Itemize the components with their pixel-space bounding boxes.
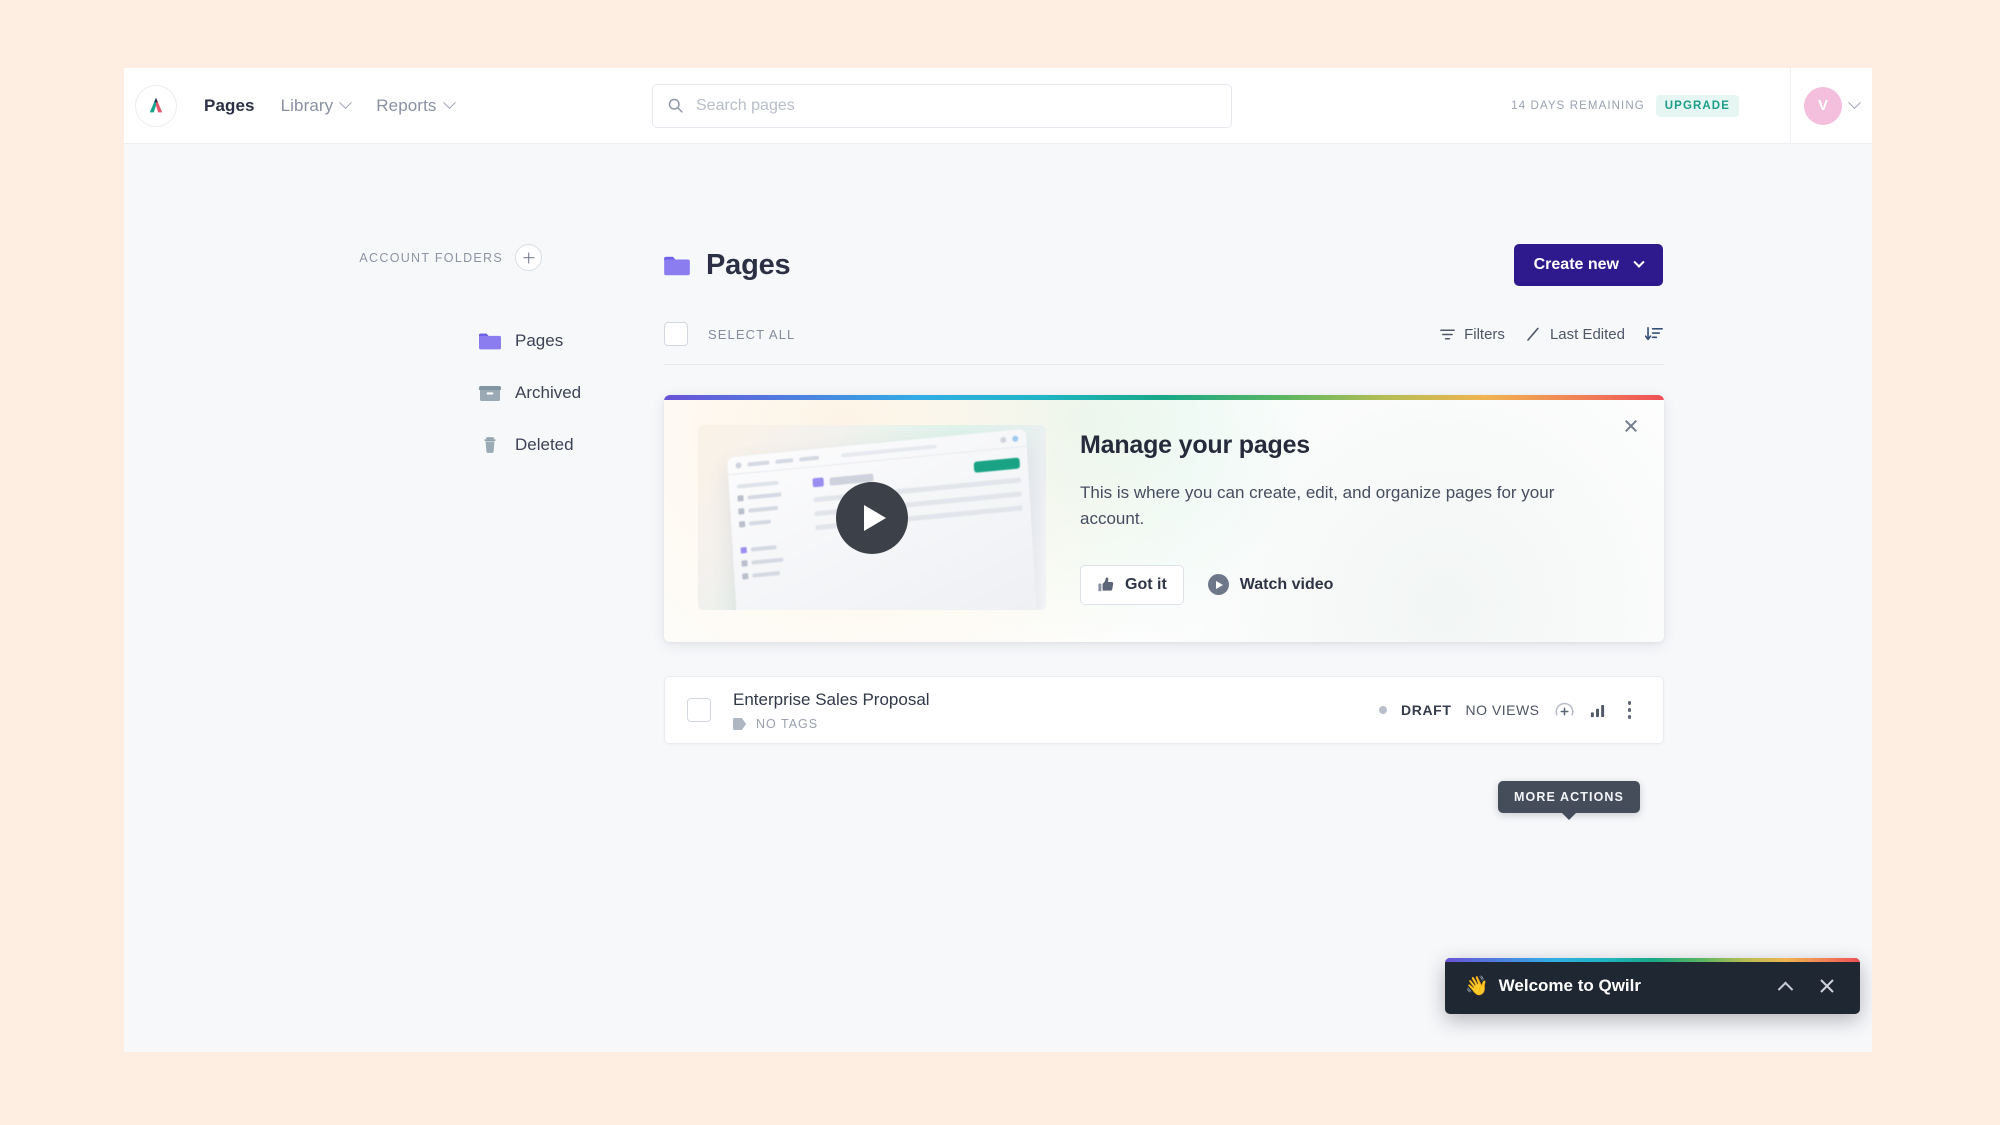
- sidebar: ACCOUNT FOLDERS Pages Archived Deleted: [124, 144, 664, 471]
- sort-field-label: Last Edited: [1549, 325, 1625, 343]
- page-row-right: DRAFT NO VIEWS: [1379, 697, 1637, 723]
- sidebar-item-pages[interactable]: Pages: [479, 315, 664, 367]
- tag-icon: [733, 717, 747, 730]
- upgrade-button[interactable]: UPGRADE: [1655, 94, 1739, 117]
- chevron-down-icon: [1848, 96, 1861, 110]
- welcome-toast[interactable]: 👋 Welcome to Qwilr: [1445, 958, 1860, 1014]
- watch-video-label: Watch video: [1239, 575, 1334, 593]
- watch-video-button[interactable]: Watch video: [1207, 574, 1334, 596]
- toast-title: Welcome to Qwilr: [1498, 976, 1641, 995]
- archive-icon: [479, 386, 501, 401]
- toast-gradient-bar: [1445, 958, 1860, 962]
- waving-hand-icon: 👋: [1465, 976, 1489, 997]
- sidebar-item-pages-label: Pages: [515, 331, 564, 350]
- sort-direction-button[interactable]: [1645, 325, 1664, 343]
- search-icon: [668, 98, 683, 113]
- table-row[interactable]: Enterprise Sales Proposal NO TAGS DRAFT …: [664, 676, 1664, 744]
- folder-icon: [664, 256, 690, 275]
- primary-nav-links: Pages Library Reports: [204, 95, 456, 116]
- page-tags-cell: NO TAGS: [733, 717, 930, 731]
- thumbs-up-icon: [1098, 577, 1114, 591]
- close-icon[interactable]: [1618, 413, 1644, 439]
- nav-item-library-label: Library: [280, 95, 334, 115]
- sort-descending-icon: [1645, 327, 1663, 341]
- pencil-icon: [1527, 327, 1539, 341]
- nav-item-reports[interactable]: Reports: [376, 95, 456, 116]
- onboarding-card-actions: Got it Watch video: [1080, 564, 1634, 605]
- sidebar-item-archived[interactable]: Archived: [479, 367, 664, 419]
- sidebar-item-deleted-label: Deleted: [515, 435, 574, 454]
- select-all-checkbox[interactable]: [664, 322, 688, 346]
- top-navigation-bar: Pages Library Reports 14 DAYS REMAINING …: [124, 68, 1872, 144]
- got-it-button[interactable]: Got it: [1080, 564, 1184, 605]
- sidebar-header: ACCOUNT FOLDERS: [124, 244, 664, 271]
- filters-button[interactable]: Filters: [1439, 326, 1505, 343]
- folder-icon: [479, 333, 501, 350]
- sort-field-button[interactable]: Last Edited: [1525, 326, 1625, 343]
- create-new-button[interactable]: Create new: [1513, 244, 1663, 286]
- page-title-group: Pages: [664, 248, 791, 282]
- row-checkbox[interactable]: [687, 698, 711, 722]
- select-all-label: SELECT ALL: [708, 326, 796, 342]
- status-dot-icon: [1379, 706, 1388, 714]
- trial-status: 14 DAYS REMAINING UPGRADE: [1511, 94, 1739, 117]
- onboarding-card-title: Manage your pages: [1080, 431, 1310, 459]
- sidebar-folder-list: Pages Archived Deleted: [124, 315, 664, 471]
- page-row-info: Enterprise Sales Proposal NO TAGS: [733, 690, 930, 731]
- list-toolbar: SELECT ALL Filters Last Edited: [664, 322, 1664, 365]
- status-badge: DRAFT: [1401, 702, 1452, 718]
- filters-label: Filters: [1464, 325, 1505, 343]
- sidebar-item-deleted[interactable]: Deleted: [479, 419, 664, 471]
- play-icon[interactable]: [836, 481, 908, 554]
- close-icon[interactable]: [1812, 971, 1842, 1001]
- add-collaborator-icon[interactable]: [1554, 700, 1575, 721]
- play-circle-icon: [1207, 574, 1229, 596]
- nav-item-library[interactable]: Library: [280, 95, 353, 116]
- onboarding-card-body: This is where you can create, edit, and …: [1080, 483, 1555, 529]
- chevron-down-icon: [1633, 256, 1645, 268]
- search-input[interactable]: [696, 96, 1217, 115]
- more-actions-icon[interactable]: [1622, 697, 1638, 723]
- nav-item-pages[interactable]: Pages: [204, 96, 255, 116]
- toolbar-right: Filters Last Edited: [1439, 325, 1664, 343]
- gradient-accent-bar: [664, 395, 1664, 400]
- page-title-cell[interactable]: Enterprise Sales Proposal: [733, 690, 930, 710]
- video-thumbnail[interactable]: [698, 425, 1046, 610]
- create-new-label: Create new: [1533, 256, 1619, 273]
- plus-icon[interactable]: [515, 244, 542, 271]
- page-header: Pages Create new: [664, 244, 1664, 286]
- toast-title-group: 👋 Welcome to Qwilr: [1465, 974, 1758, 998]
- trial-days-remaining: 14 DAYS REMAINING: [1511, 99, 1645, 112]
- account-folders-label: ACCOUNT FOLDERS: [359, 250, 503, 265]
- nav-item-reports-label: Reports: [376, 95, 437, 115]
- qwilr-logo-icon[interactable]: [135, 84, 177, 127]
- account-menu[interactable]: V: [1790, 68, 1872, 143]
- avatar[interactable]: V: [1804, 86, 1842, 125]
- analytics-icon[interactable]: [1589, 701, 1608, 720]
- onboarding-card: Manage your pages This is where you can …: [664, 395, 1664, 642]
- more-actions-tooltip: MORE ACTIONS: [1498, 781, 1640, 813]
- got-it-label: Got it: [1125, 575, 1167, 593]
- page-tags-label: NO TAGS: [756, 716, 819, 731]
- chevron-down-icon: [442, 96, 456, 110]
- content-area: ACCOUNT FOLDERS Pages Archived Deleted P…: [124, 144, 1872, 1052]
- main-column: Pages Create new SELECT ALL Filters Last…: [664, 144, 1664, 813]
- sidebar-item-archived-label: Archived: [515, 383, 582, 402]
- nav-item-pages-label: Pages: [204, 95, 255, 115]
- application-window: Pages Library Reports 14 DAYS REMAINING …: [124, 68, 1872, 1052]
- chevron-up-icon[interactable]: [1770, 971, 1800, 1001]
- views-count: NO VIEWS: [1465, 702, 1540, 718]
- filter-icon: [1440, 328, 1455, 340]
- trash-icon: [484, 437, 496, 453]
- toolbar-left: SELECT ALL: [664, 322, 795, 346]
- page-row-left: Enterprise Sales Proposal NO TAGS: [687, 690, 1379, 731]
- chevron-down-icon: [339, 96, 353, 110]
- search-bar[interactable]: [652, 83, 1232, 128]
- page-title: Pages: [706, 248, 791, 281]
- onboarding-card-text: Manage your pages This is where you can …: [1080, 425, 1634, 610]
